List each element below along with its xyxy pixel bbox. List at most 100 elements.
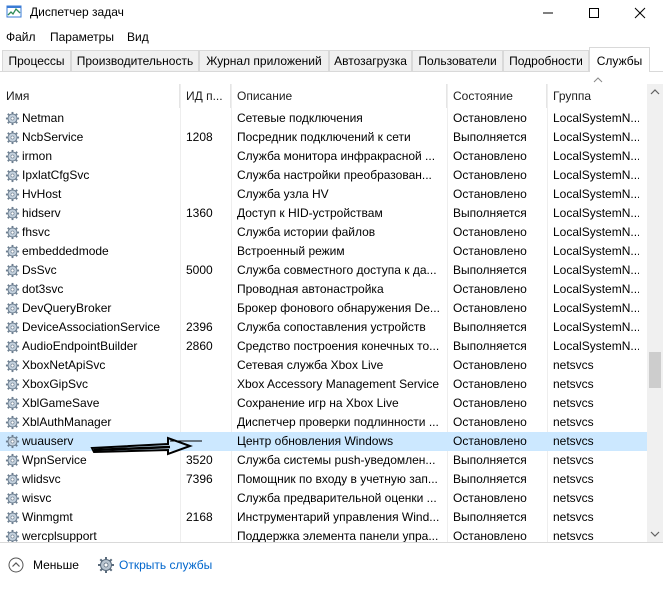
service-gear-icon — [5, 168, 20, 183]
table-row[interactable]: XboxNetApiSvc Сетевая служба Xbox Live Ост… — [0, 356, 647, 375]
menu-bar: Файл Параметры Вид — [0, 26, 663, 48]
service-group: LocalSystemN... — [553, 282, 639, 296]
column-header-name[interactable]: Имя — [0, 84, 180, 108]
service-group: LocalSystemN... — [553, 263, 639, 277]
title-bar: Диспетчер задач — [0, 0, 663, 26]
menu-file[interactable]: Файл — [6, 30, 36, 44]
scroll-down-button[interactable] — [647, 526, 663, 542]
service-pid — [186, 242, 226, 261]
scroll-down-icon — [650, 531, 660, 537]
menu-view[interactable]: Вид — [127, 30, 149, 44]
service-description: Xbox Accessory Management Service — [237, 377, 440, 391]
column-header-group[interactable]: Группа — [547, 84, 647, 108]
service-gear-icon — [5, 491, 20, 506]
service-group: LocalSystemN... — [553, 149, 639, 163]
table-row[interactable]: Netman Сетевые подключения Остановлено Loca… — [0, 109, 647, 128]
table-row[interactable]: wisvc Служба предварительной оценки ... Ос… — [0, 489, 647, 508]
scroll-thumb[interactable] — [649, 352, 661, 388]
service-status: Остановлено — [453, 358, 527, 372]
table-row[interactable]: DsSvc 5000 Служба совместного доступа к да… — [0, 261, 647, 280]
table-row[interactable]: XboxGipSvc Xbox Accessory Management Serv… — [0, 375, 647, 394]
table-row[interactable]: irmon Служба монитора инфракрасной ... Ост… — [0, 147, 647, 166]
table-row[interactable]: DevQueryBroker Брокер фонового обнаружени… — [0, 299, 647, 318]
service-group: netsvcs — [553, 377, 594, 391]
service-description: Посредник подключений к сети — [237, 130, 411, 144]
service-group: LocalSystemN... — [553, 111, 639, 125]
service-status: Выполняется — [453, 472, 527, 486]
task-manager-icon — [6, 5, 22, 18]
service-pid — [186, 280, 226, 299]
tab-processes[interactable]: Процессы — [2, 50, 71, 71]
service-description: Брокер фонового обнаружения De... — [237, 301, 440, 315]
table-row[interactable]: hidserv 1360 Доступ к HID-устройствам Выпол… — [0, 204, 647, 223]
service-status: Выполняется — [453, 339, 527, 353]
service-group: LocalSystemN... — [553, 301, 639, 315]
table-row[interactable]: embeddedmode Встроенный режим Остановлено L… — [0, 242, 647, 261]
close-button[interactable] — [617, 0, 663, 26]
service-group: netsvcs — [553, 529, 594, 542]
column-header-description[interactable]: Описание — [231, 84, 447, 108]
table-row[interactable]: IpxlatCfgSvc Служба настройки преобразова… — [0, 166, 647, 185]
service-status: Остановлено — [453, 168, 527, 182]
window-title: Диспетчер задач — [30, 5, 124, 19]
service-description: Встроенный режим — [237, 244, 345, 258]
tab-services[interactable]: Службы — [589, 47, 650, 72]
service-gear-icon — [5, 377, 20, 392]
service-gear-icon — [5, 320, 20, 335]
table-row[interactable]: wercplsupport Поддержка элемента панели у… — [0, 527, 647, 542]
column-header-pid[interactable]: ИД п... — [180, 84, 231, 108]
service-gear-icon — [5, 339, 20, 354]
table-row[interactable]: AudioEndpointBuilder 2860 Средство построе… — [0, 337, 647, 356]
service-name: Winmgmt — [22, 510, 73, 524]
tab-users[interactable]: Пользователи — [412, 50, 503, 71]
table-row[interactable]: XblGameSave Сохранение игр на Xbox Live Ос… — [0, 394, 647, 413]
service-gear-icon — [5, 358, 20, 373]
minimize-icon — [543, 12, 553, 14]
service-gear-icon — [5, 187, 20, 202]
sort-up-icon — [593, 77, 603, 83]
service-group: LocalSystemN... — [553, 320, 639, 334]
table-row[interactable]: NcbService 1208 Посредник подключений к се… — [0, 128, 647, 147]
vertical-scrollbar[interactable] — [647, 84, 663, 542]
tab-details[interactable]: Подробности — [503, 50, 589, 71]
tab-app-history[interactable]: Журнал приложений — [199, 50, 329, 71]
service-description: Диспетчер проверки подлинности ... — [237, 415, 439, 429]
annotation-arrow-icon — [90, 436, 202, 456]
service-pid: 2168 — [186, 510, 213, 524]
service-group: netsvcs — [553, 472, 594, 486]
service-gear-icon — [5, 510, 20, 525]
service-group: LocalSystemN... — [553, 225, 639, 239]
minimize-button[interactable] — [525, 0, 571, 26]
table-row[interactable]: XblAuthManager Диспетчер проверки подлинн… — [0, 413, 647, 432]
service-status: Остановлено — [453, 187, 527, 201]
service-name: XblAuthManager — [22, 415, 112, 429]
tab-performance[interactable]: Производительность — [71, 50, 199, 71]
maximize-button[interactable] — [571, 0, 617, 26]
table-row[interactable]: Winmgmt 2168 Инструментарий управления Win… — [0, 508, 647, 527]
service-group: netsvcs — [553, 510, 594, 524]
chevron-up-circle-icon — [8, 557, 24, 573]
menu-options[interactable]: Параметры — [50, 30, 114, 44]
table-row[interactable]: dot3svc Проводная автонастройка Остановлен… — [0, 280, 647, 299]
table-row[interactable]: HvHost Служба узла HV Остановлено LocalSyst… — [0, 185, 647, 204]
service-gear-icon — [5, 453, 20, 468]
table-row[interactable]: wlidsvc 7396 Помощник по входу в учетную з… — [0, 470, 647, 489]
service-group: LocalSystemN... — [553, 168, 639, 182]
service-gear-icon — [5, 434, 20, 449]
tab-startup[interactable]: Автозагрузка — [329, 50, 412, 71]
service-pid: 1208 — [186, 130, 213, 144]
service-description: Инструментарий управления Wind... — [237, 510, 440, 524]
service-name: dot3svc — [22, 282, 64, 296]
table-row[interactable]: DeviceAssociationService 2396 Служба сопос… — [0, 318, 647, 337]
scroll-up-button[interactable] — [647, 84, 663, 100]
table-row[interactable]: fhsvc Служба истории файлов Остановлено Loc… — [0, 223, 647, 242]
service-description: Сетевая служба Xbox Live — [237, 358, 384, 372]
service-group: netsvcs — [553, 358, 594, 372]
service-pid — [186, 109, 226, 128]
service-gear-icon — [5, 244, 20, 259]
column-header-status[interactable]: Состояние — [447, 84, 547, 108]
service-description: Помощник по входу в учетную зап... — [237, 472, 438, 486]
maximize-icon — [589, 8, 599, 18]
service-description: Поддержка элемента панели упра... — [237, 529, 439, 542]
service-name: AudioEndpointBuilder — [22, 339, 138, 353]
